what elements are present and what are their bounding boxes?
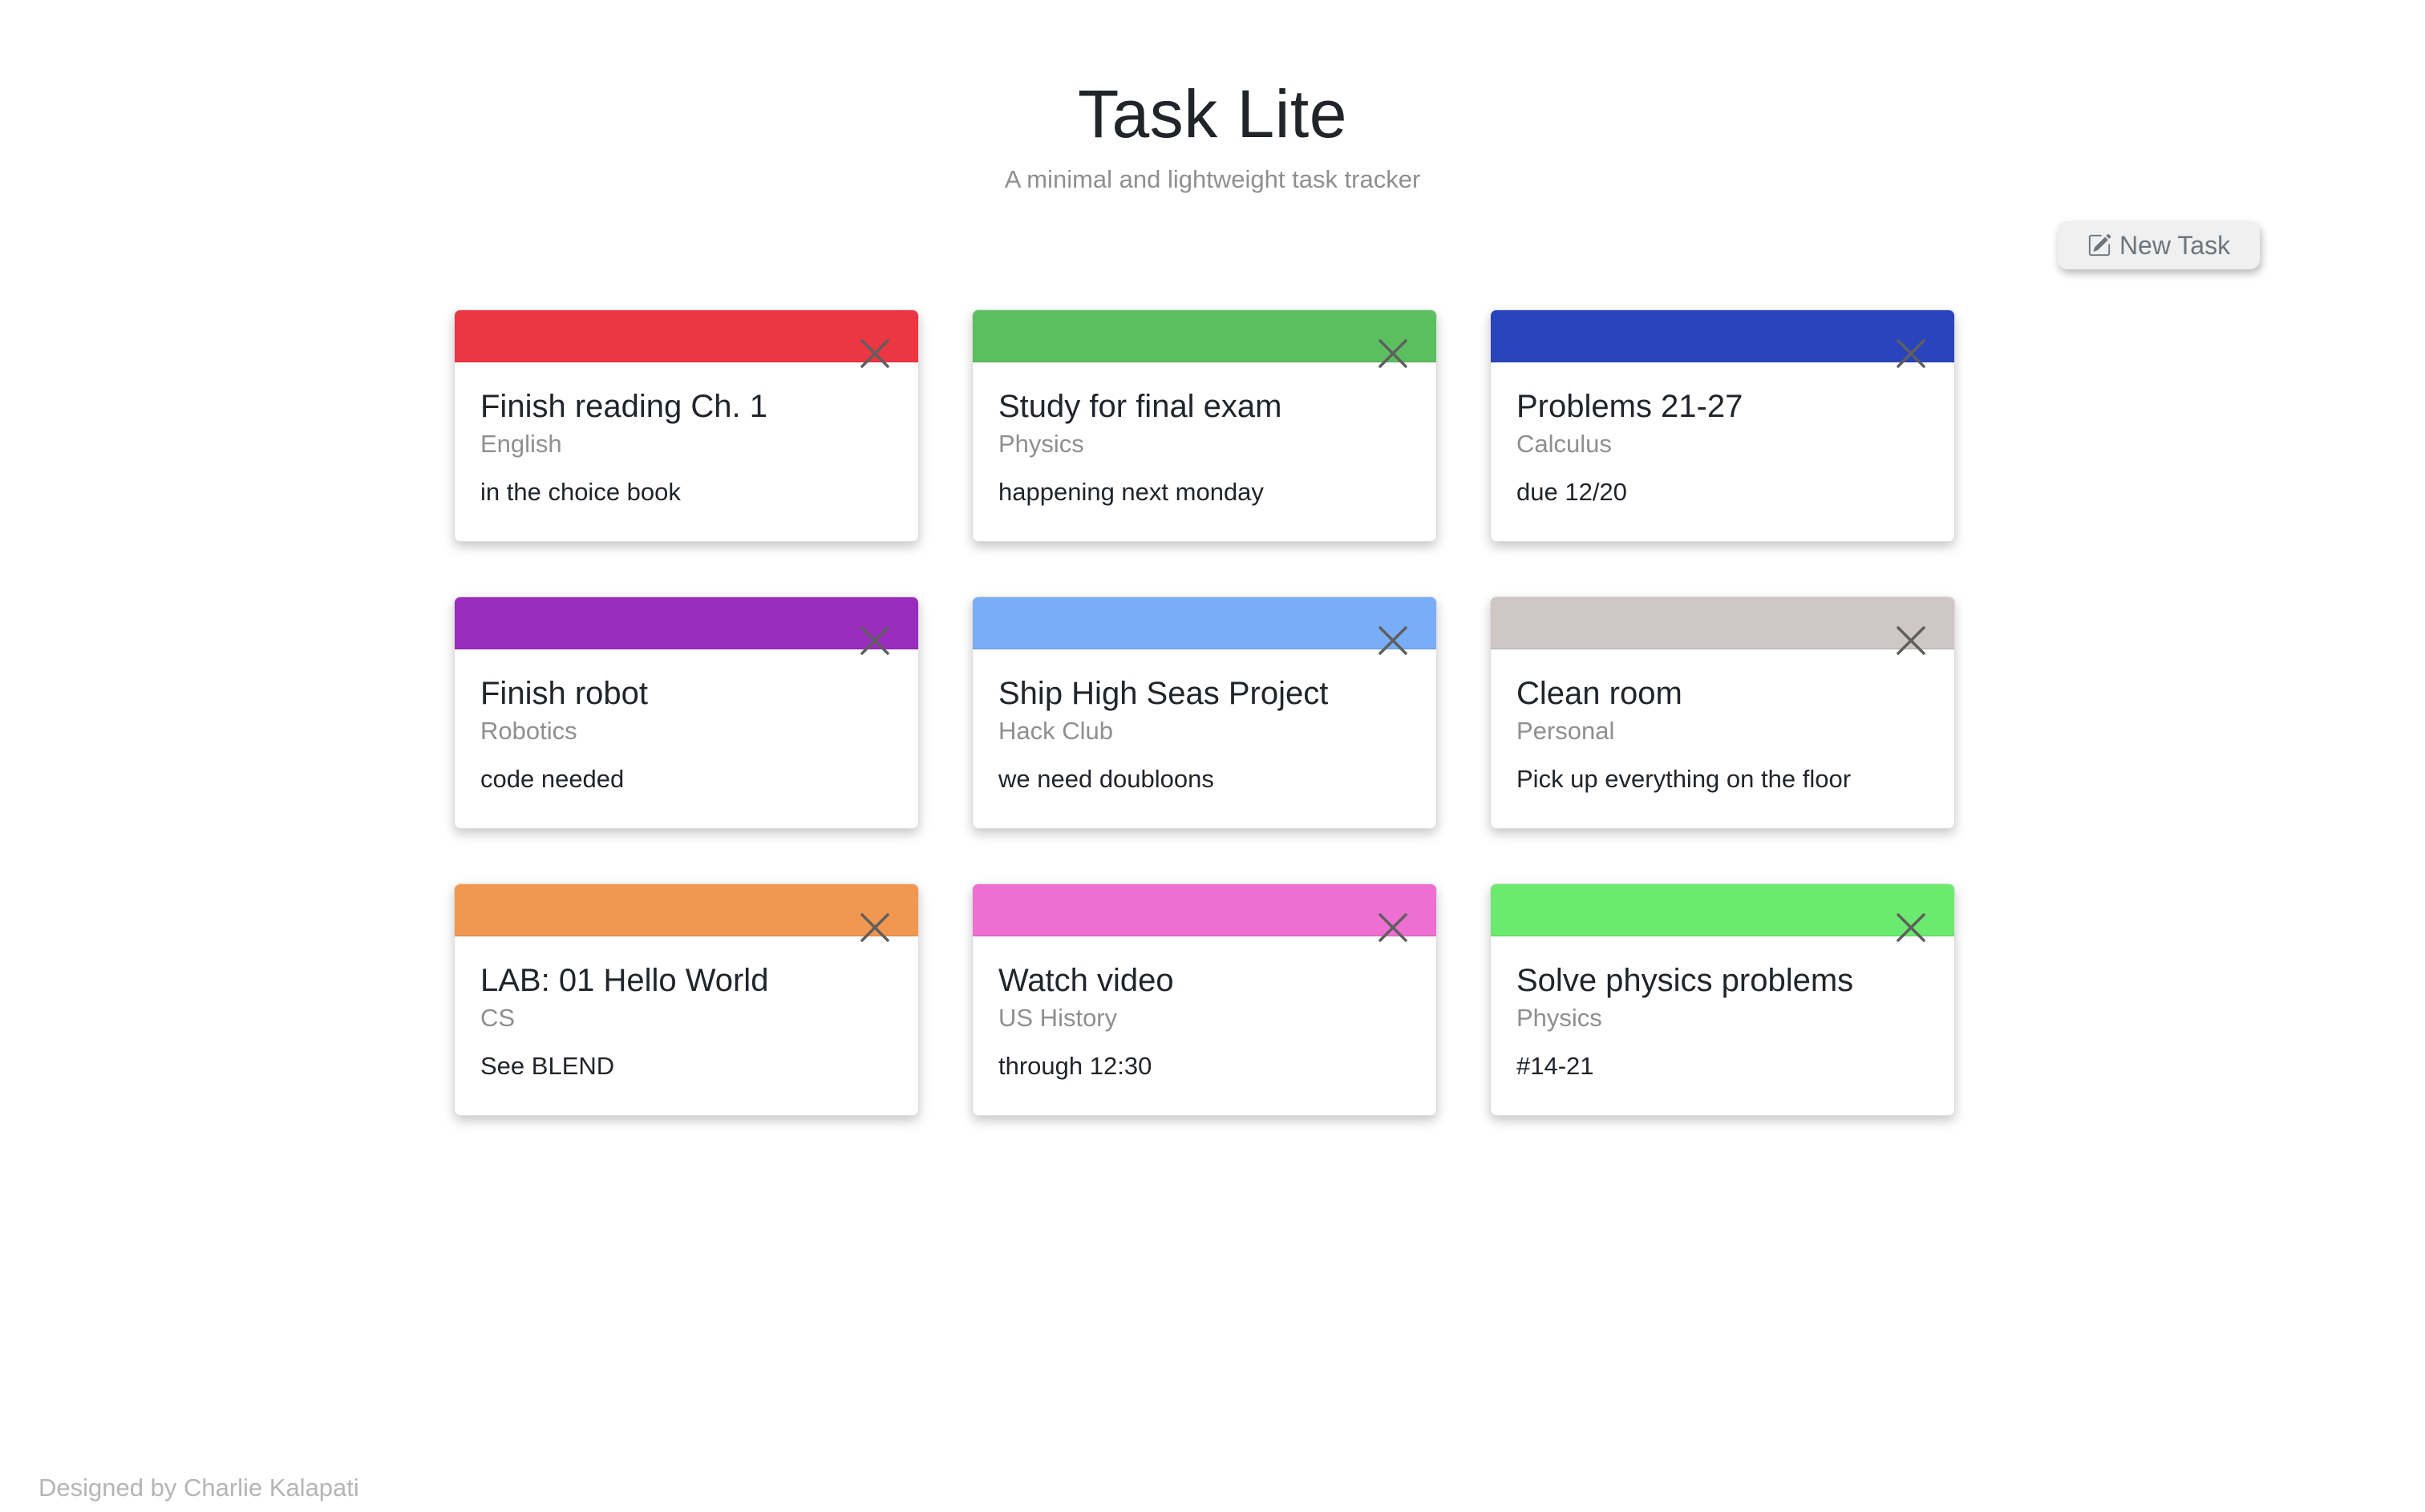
task-notes: Pick up everything on the floor <box>1516 765 1852 793</box>
task-subject: Personal <box>1516 717 1615 745</box>
close-icon <box>857 623 893 658</box>
close-icon <box>857 336 893 371</box>
task-color-bar <box>1491 597 1954 649</box>
delete-task-button[interactable] <box>1375 623 1411 658</box>
task-subject: US History <box>998 1004 1118 1032</box>
task-grid: Finish reading Ch. 1 English in the choi… <box>454 309 1955 1116</box>
delete-task-button[interactable] <box>857 910 893 945</box>
task-color-bar <box>455 597 918 649</box>
app-subtitle: A minimal and lightweight task tracker <box>1004 165 1421 193</box>
task-notes: code needed <box>480 765 625 793</box>
task-title: Problems 21-27 <box>1516 389 1743 424</box>
task-notes: happening next monday <box>998 478 1264 506</box>
task-title: Solve physics problems <box>1516 963 1854 998</box>
task-notes: we need doubloons <box>998 765 1214 793</box>
new-task-label: New Task <box>2119 230 2231 260</box>
footer-credit: Designed by Charlie Kalapati <box>38 1474 359 1502</box>
close-icon <box>1375 910 1411 945</box>
close-icon <box>1893 336 1929 371</box>
delete-task-button[interactable] <box>1375 910 1411 945</box>
task-color-bar <box>973 884 1436 936</box>
task-subject: English <box>480 430 562 458</box>
task-notes: through 12:30 <box>998 1052 1152 1080</box>
task-color-bar <box>455 310 918 362</box>
task-title: Finish reading Ch. 1 <box>480 389 767 424</box>
app-title: Task Lite <box>1078 76 1347 152</box>
task-title: Watch video <box>998 963 1174 998</box>
task-card[interactable]: Watch video US History through 12:30 <box>972 883 1437 1116</box>
delete-task-button[interactable] <box>1893 623 1929 658</box>
task-subject: Robotics <box>480 717 577 745</box>
task-color-bar <box>973 597 1436 649</box>
task-subject: Hack Club <box>998 717 1113 745</box>
task-card[interactable]: LAB: 01 Hello World CS See BLEND <box>454 883 919 1116</box>
close-icon <box>1893 910 1929 945</box>
task-title: Ship High Seas Project <box>998 676 1329 711</box>
edit-square-icon <box>2087 233 2111 257</box>
task-card[interactable]: Finish reading Ch. 1 English in the choi… <box>454 309 919 542</box>
task-card[interactable]: Solve physics problems Physics #14-21 <box>1490 883 1955 1116</box>
task-card[interactable]: Problems 21-27 Calculus due 12/20 <box>1490 309 1955 542</box>
task-subject: Calculus <box>1516 430 1612 458</box>
close-icon <box>1375 336 1411 371</box>
task-title: LAB: 01 Hello World <box>480 963 769 998</box>
task-title: Finish robot <box>480 676 648 711</box>
new-task-button[interactable]: New Task <box>2058 221 2260 269</box>
task-color-bar <box>973 310 1436 362</box>
task-notes: due 12/20 <box>1516 478 1627 506</box>
close-icon <box>1375 623 1411 658</box>
task-color-bar <box>455 884 918 936</box>
task-notes: See BLEND <box>480 1052 615 1080</box>
delete-task-button[interactable] <box>1375 336 1411 371</box>
task-card[interactable]: Study for final exam Physics happening n… <box>972 309 1437 542</box>
task-subject: Physics <box>998 430 1084 458</box>
task-card[interactable]: Finish robot Robotics code needed <box>454 596 919 829</box>
task-color-bar <box>1491 884 1954 936</box>
task-subject: Physics <box>1516 1004 1602 1032</box>
task-title: Study for final exam <box>998 389 1282 424</box>
delete-task-button[interactable] <box>857 623 893 658</box>
task-card[interactable]: Ship High Seas Project Hack Club we need… <box>972 596 1437 829</box>
close-icon <box>857 910 893 945</box>
task-notes: in the choice book <box>480 478 681 506</box>
task-color-bar <box>1491 310 1954 362</box>
delete-task-button[interactable] <box>857 336 893 371</box>
task-subject: CS <box>480 1004 516 1032</box>
task-notes: #14-21 <box>1516 1052 1594 1080</box>
task-title: Clean room <box>1516 676 1682 711</box>
delete-task-button[interactable] <box>1893 336 1929 371</box>
close-icon <box>1893 623 1929 658</box>
task-card[interactable]: Clean room Personal Pick up everything o… <box>1490 596 1955 829</box>
delete-task-button[interactable] <box>1893 910 1929 945</box>
